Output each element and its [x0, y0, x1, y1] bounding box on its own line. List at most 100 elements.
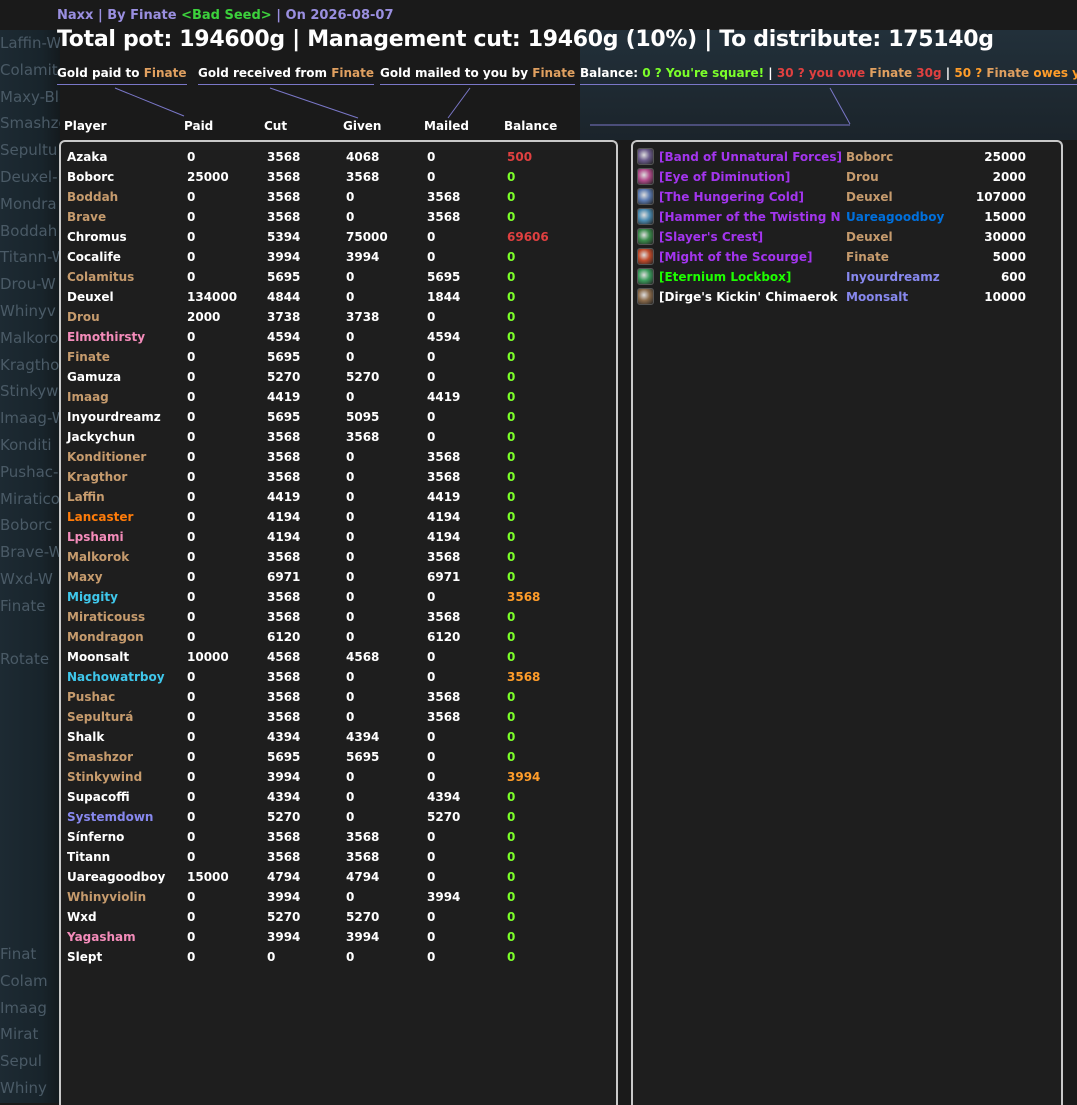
table-row[interactable]: Titann 0 3568 3568 0 0 — [61, 847, 616, 867]
header-balance[interactable]: Balance — [504, 119, 557, 133]
table-row[interactable]: Supacoffi 0 4394 0 4394 0 — [61, 787, 616, 807]
table-row[interactable]: Cocalife 0 3994 3994 0 0 — [61, 247, 616, 267]
bg-roster-name: Finat — [0, 945, 37, 964]
table-row[interactable]: Whinyviolin 0 3994 0 3994 0 — [61, 887, 616, 907]
header-mailed[interactable]: Mailed — [424, 119, 469, 133]
cell-given: 3568 — [346, 430, 380, 444]
table-row[interactable]: Sepulturá 0 3568 0 3568 0 — [61, 707, 616, 727]
table-row[interactable]: Slept 0 0 0 0 0 — [61, 947, 616, 967]
table-row[interactable]: Miggity 0 3568 0 0 3568 — [61, 587, 616, 607]
table-row[interactable]: Inyourdreamz 0 5695 5095 0 0 — [61, 407, 616, 427]
table-row[interactable]: Smashzor 0 5695 5695 0 0 — [61, 747, 616, 767]
cell-balance: 0 — [507, 730, 516, 744]
loot-row[interactable]: [Slayer's Crest] Deuxel 30000 — [633, 227, 1061, 247]
cell-given: 0 — [346, 770, 355, 784]
table-row[interactable]: Yagasham 0 3994 3994 0 0 — [61, 927, 616, 947]
table-row[interactable]: Boborc 25000 3568 3568 0 0 — [61, 167, 616, 187]
bg-roster-name: Boborc — [0, 516, 53, 535]
cell-paid: 0 — [187, 930, 196, 944]
table-row[interactable]: Konditioner 0 3568 0 3568 0 — [61, 447, 616, 467]
table-row[interactable]: Nachowatrboy 0 3568 0 0 3568 — [61, 667, 616, 687]
item-link[interactable]: [Band of Unnatural Forces] — [659, 150, 841, 164]
crest-icon[interactable] — [637, 228, 654, 245]
table-row[interactable]: Stinkywind 0 3994 0 0 3994 — [61, 767, 616, 787]
loot-row[interactable]: [Might of the Scourge] Finate 5000 — [633, 247, 1061, 267]
table-row[interactable]: Shalk 0 4394 4394 0 0 — [61, 727, 616, 747]
cell-paid: 0 — [187, 370, 196, 384]
cell-mailed: 0 — [427, 590, 436, 604]
item-link[interactable]: [Dirge's Kickin' Chimaerok Ch... — [659, 290, 841, 304]
item-price: 15000 — [984, 210, 1026, 224]
lockbox-icon[interactable] — [637, 268, 654, 285]
item-link[interactable]: [Hammer of the Twisting Nether] — [659, 210, 841, 224]
food-icon[interactable] — [637, 288, 654, 305]
legend-mailed: Gold mailed to you by Finate — [380, 66, 576, 85]
table-row[interactable]: Lpshami 0 4194 0 4194 0 — [61, 527, 616, 547]
header-paid[interactable]: Paid — [184, 119, 213, 133]
table-row[interactable]: Uareagoodboy 15000 4794 4794 0 0 — [61, 867, 616, 887]
ring-icon[interactable] — [637, 148, 654, 165]
bg-roster-name — [0, 914, 60, 941]
loot-row[interactable]: [Eye of Diminution] Drou 2000 — [633, 167, 1061, 187]
table-row[interactable]: Pushac 0 3568 0 3568 0 — [61, 687, 616, 707]
cell-given: 75000 — [346, 230, 388, 244]
cell-balance: 0 — [507, 490, 516, 504]
table-row[interactable]: Miraticouss 0 3568 0 3568 0 — [61, 607, 616, 627]
header-given[interactable]: Given — [343, 119, 381, 133]
cell-cut: 3568 — [267, 550, 301, 564]
header-cut[interactable]: Cut — [264, 119, 287, 133]
table-row[interactable]: Azaka 0 3568 4068 0 500 — [61, 147, 616, 167]
trinket-icon[interactable] — [637, 168, 654, 185]
player-name: Chromus — [67, 230, 127, 244]
cell-given: 0 — [346, 670, 355, 684]
item-link[interactable]: [Might of the Scourge] — [659, 250, 841, 264]
cell-balance: 3568 — [507, 670, 541, 684]
loot-row[interactable]: [Eternium Lockbox] Inyourdreamz 600 — [633, 267, 1061, 287]
shoulder-icon[interactable] — [637, 248, 654, 265]
table-row[interactable]: Gamuza 0 5270 5270 0 0 — [61, 367, 616, 387]
loot-row[interactable]: [Band of Unnatural Forces] Boborc 25000 — [633, 147, 1061, 167]
table-row[interactable]: Malkorok 0 3568 0 3568 0 — [61, 547, 616, 567]
table-row[interactable]: Mondragon 0 6120 0 6120 0 — [61, 627, 616, 647]
cell-cut: 3568 — [267, 850, 301, 864]
table-row[interactable]: Jackychun 0 3568 3568 0 0 — [61, 427, 616, 447]
header-player[interactable]: Player — [64, 119, 107, 133]
cell-given: 4068 — [346, 150, 380, 164]
table-row[interactable]: Lancaster 0 4194 0 4194 0 — [61, 507, 616, 527]
table-row[interactable]: Systemdown 0 5270 0 5270 0 — [61, 807, 616, 827]
cell-cut: 5270 — [267, 810, 301, 824]
cell-cut: 3568 — [267, 590, 301, 604]
cell-mailed: 5695 — [427, 270, 461, 284]
table-row[interactable]: Colamitus 0 5695 0 5695 0 — [61, 267, 616, 287]
table-row[interactable]: Brave 0 3568 0 3568 0 — [61, 207, 616, 227]
table-row[interactable]: Moonsalt 10000 4568 4568 0 0 — [61, 647, 616, 667]
table-row[interactable]: Deuxel 134000 4844 0 1844 0 — [61, 287, 616, 307]
table-row[interactable]: Laffin 0 4419 0 4419 0 — [61, 487, 616, 507]
loot-row[interactable]: [The Hungering Cold] Deuxel 107000 — [633, 187, 1061, 207]
item-link[interactable]: [Slayer's Crest] — [659, 230, 841, 244]
cell-mailed: 0 — [427, 170, 436, 184]
cell-mailed: 4594 — [427, 330, 461, 344]
cell-given: 0 — [346, 390, 355, 404]
item-link[interactable]: [The Hungering Cold] — [659, 190, 841, 204]
table-row[interactable]: Boddah 0 3568 0 3568 0 — [61, 187, 616, 207]
bg-roster-name — [0, 727, 60, 754]
raid-leader: By Finate — [107, 8, 177, 23]
table-row[interactable]: Elmothirsty 0 4594 0 4594 0 — [61, 327, 616, 347]
table-row[interactable]: Wxd 0 5270 5270 0 0 — [61, 907, 616, 927]
table-row[interactable]: Chromus 0 5394 75000 0 69606 — [61, 227, 616, 247]
table-row[interactable]: Imaag 0 4419 0 4419 0 — [61, 387, 616, 407]
item-link[interactable]: [Eternium Lockbox] — [659, 270, 841, 284]
table-row[interactable]: Finate 0 5695 0 0 0 — [61, 347, 616, 367]
table-row[interactable]: Drou 2000 3738 3738 0 0 — [61, 307, 616, 327]
loot-row[interactable]: [Hammer of the Twisting Nether] Uareagood… — [633, 207, 1061, 227]
sword-icon[interactable] — [637, 188, 654, 205]
table-row[interactable]: Kragthor 0 3568 0 3568 0 — [61, 467, 616, 487]
table-row[interactable]: Sínferno 0 3568 3568 0 0 — [61, 827, 616, 847]
loot-row[interactable]: [Dirge's Kickin' Chimaerok Ch... Moonsalt… — [633, 287, 1061, 307]
item-link[interactable]: [Eye of Diminution] — [659, 170, 841, 184]
background-guild-roster: Laffin-Whitemane Colamit Maxy-Blaumeux Smas… — [0, 30, 60, 1103]
cell-paid: 15000 — [187, 870, 229, 884]
table-row[interactable]: Maxy 0 6971 0 6971 0 — [61, 567, 616, 587]
mace-icon[interactable] — [637, 208, 654, 225]
